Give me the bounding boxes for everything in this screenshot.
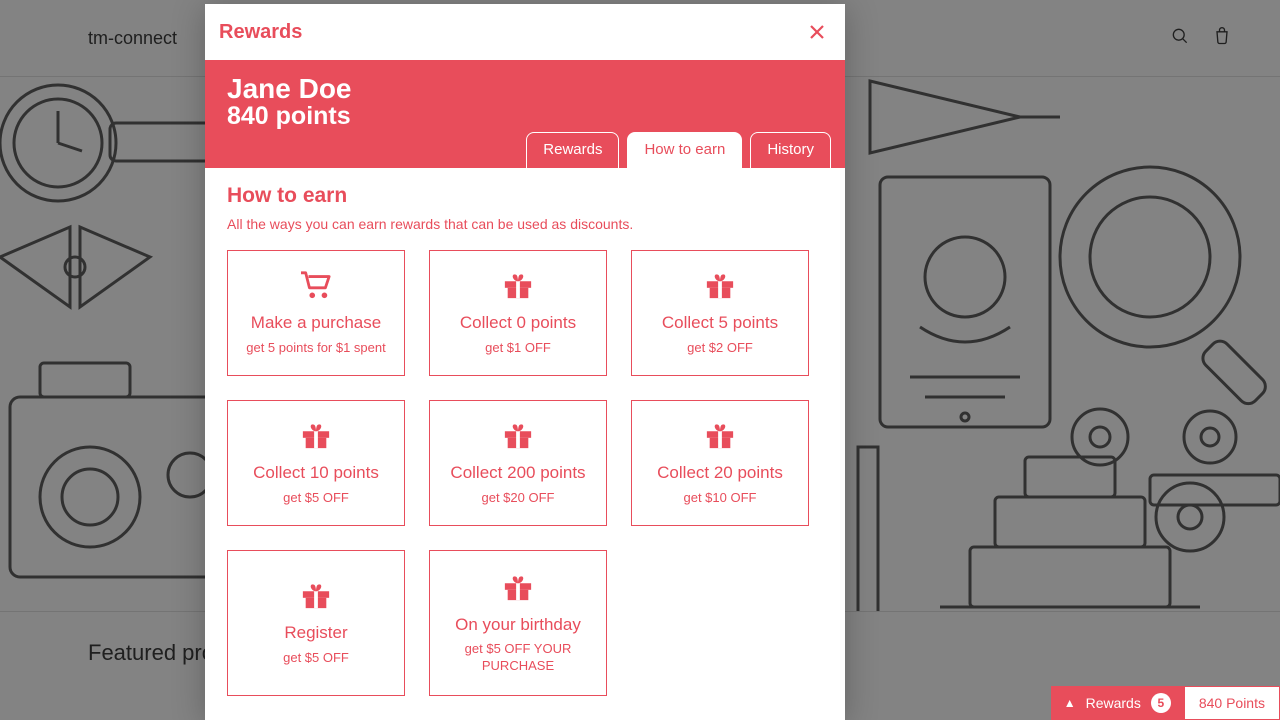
card-title: Register — [284, 623, 347, 643]
earn-card[interactable]: Collect 200 points get $20 OFF — [429, 400, 607, 526]
card-sub: get $5 OFF — [283, 490, 349, 506]
modal-body: How to earn All the ways you can earn re… — [205, 168, 845, 720]
gift-icon — [501, 420, 535, 455]
body-title: How to earn — [227, 184, 823, 208]
close-button[interactable] — [803, 18, 831, 46]
card-title: On your birthday — [455, 615, 581, 635]
card-title: Collect 200 points — [450, 463, 585, 483]
card-title: Collect 10 points — [253, 463, 379, 483]
chevron-up-icon: ▲ — [1064, 696, 1076, 710]
card-sub: get $10 OFF — [684, 490, 757, 506]
card-sub: get $2 OFF — [687, 340, 753, 356]
tab-rewards[interactable]: Rewards — [526, 132, 619, 168]
earn-card[interactable]: Collect 10 points get $5 OFF — [227, 400, 405, 526]
modal-title: Rewards — [219, 21, 302, 44]
gift-icon — [501, 572, 535, 607]
tab-how-to-earn[interactable]: How to earn — [627, 132, 742, 168]
gift-icon — [501, 270, 535, 305]
card-title: Collect 5 points — [662, 313, 778, 333]
user-banner: Jane Doe 840 points Rewards How to earn … — [205, 60, 845, 168]
rewards-bar-label: Rewards — [1086, 695, 1141, 711]
rewards-bar[interactable]: ▲ Rewards 5 840 Points — [1051, 686, 1280, 720]
earn-card[interactable]: On your birthday get $5 OFF YOUR PURCHAS… — [429, 550, 607, 696]
card-sub: get $1 OFF — [485, 340, 551, 356]
card-sub: get $5 OFF YOUR PURCHASE — [438, 641, 598, 674]
card-sub: get 5 points for $1 spent — [246, 340, 385, 356]
gift-icon — [703, 270, 737, 305]
gift-icon — [299, 420, 333, 455]
tab-history[interactable]: History — [750, 132, 831, 168]
earn-card[interactable]: Collect 5 points get $2 OFF — [631, 250, 809, 376]
close-icon — [808, 23, 826, 41]
card-title: Collect 20 points — [657, 463, 783, 483]
tabs: Rewards How to earn History — [526, 132, 831, 168]
earn-card[interactable]: Register get $5 OFF — [227, 550, 405, 696]
earn-cards: Make a purchase get 5 points for $1 spen… — [227, 250, 823, 696]
user-points: 840 points — [227, 103, 823, 131]
card-sub: get $5 OFF — [283, 650, 349, 666]
card-title: Collect 0 points — [460, 313, 576, 333]
card-title: Make a purchase — [251, 313, 381, 333]
cart-icon — [299, 270, 333, 305]
rewards-bar-points[interactable]: 840 Points — [1184, 686, 1280, 720]
rewards-bar-badge: 5 — [1151, 693, 1171, 713]
gift-icon — [299, 580, 333, 615]
earn-card[interactable]: Make a purchase get 5 points for $1 spen… — [227, 250, 405, 376]
user-name: Jane Doe — [227, 74, 823, 103]
earn-card[interactable]: Collect 20 points get $10 OFF — [631, 400, 809, 526]
modal-header: Rewards — [205, 4, 845, 60]
earn-card[interactable]: Collect 0 points get $1 OFF — [429, 250, 607, 376]
rewards-modal: Rewards Jane Doe 840 points Rewards How … — [205, 4, 845, 720]
body-subtitle: All the ways you can earn rewards that c… — [227, 216, 823, 232]
rewards-bar-toggle[interactable]: ▲ Rewards 5 — [1051, 686, 1184, 720]
gift-icon — [703, 420, 737, 455]
card-sub: get $20 OFF — [482, 490, 555, 506]
